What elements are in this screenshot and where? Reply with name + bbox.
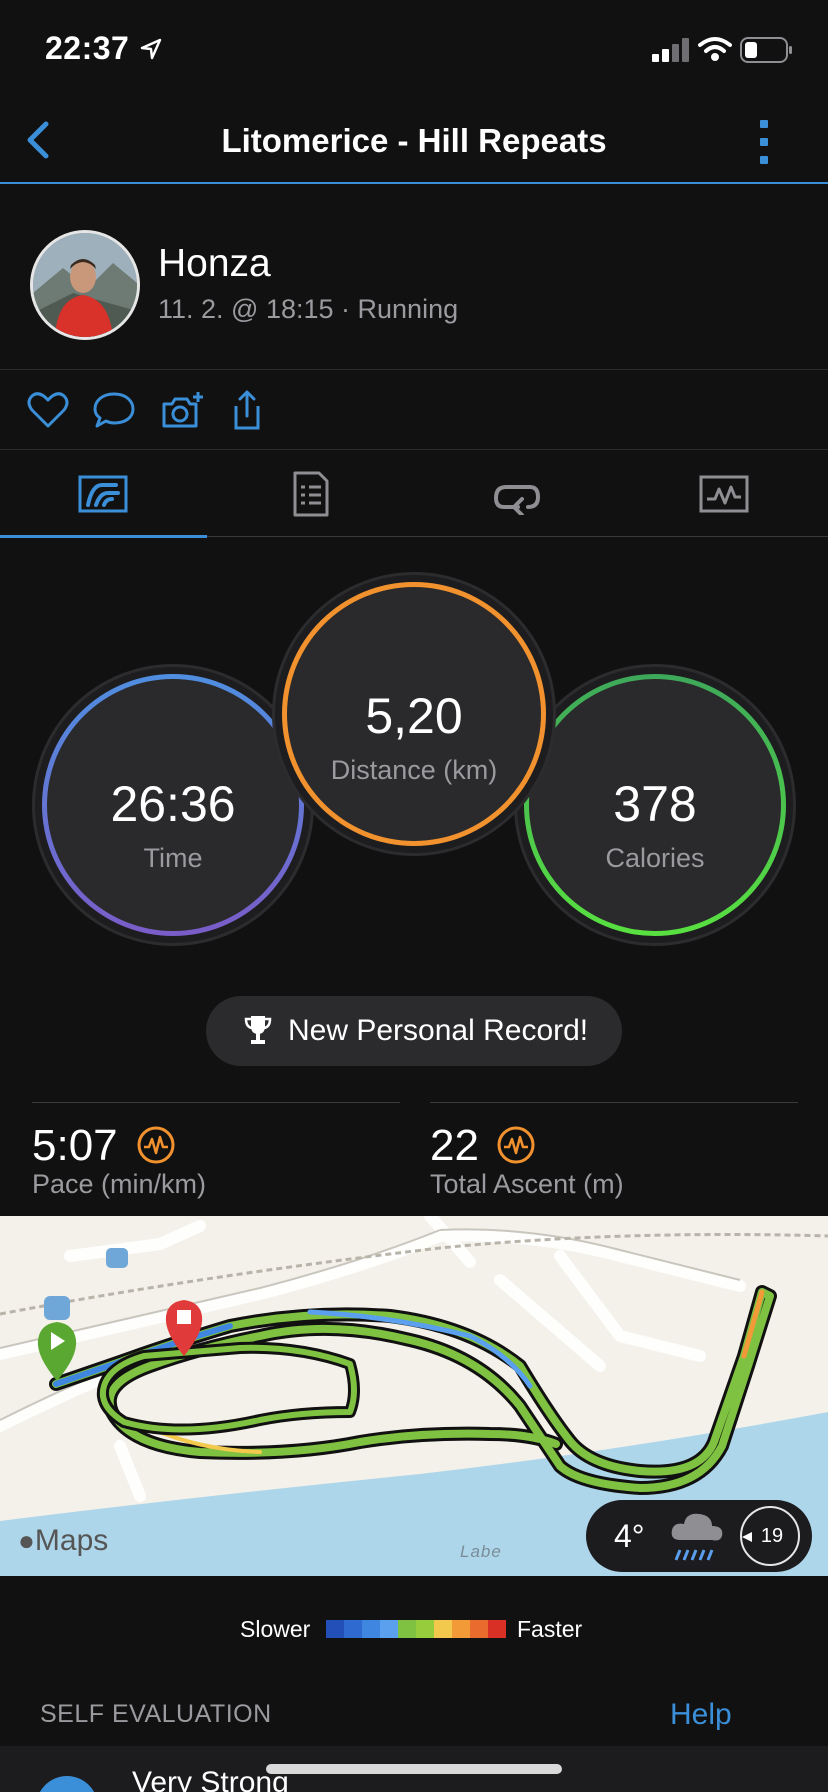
legend-color-swatch-7 [452, 1620, 470, 1638]
activity-date-type: 11. 2. @ 18:15 · Running [158, 294, 459, 324]
performance-chart-icon [137, 1126, 175, 1164]
wind-speed-value: 19 [760, 1525, 784, 1547]
like-heart-icon[interactable] [26, 390, 70, 430]
cellular-signal-icon [652, 38, 689, 62]
chart-icon [699, 475, 749, 513]
add-photo-camera-icon[interactable] [160, 390, 204, 430]
speed-color-scale [326, 1620, 506, 1638]
legend-color-swatch-0 [326, 1620, 344, 1638]
activity-tabs [0, 451, 828, 538]
personal-record-button[interactable]: New Personal Record! [206, 996, 622, 1066]
calories-ring: 378 Calories [514, 664, 796, 946]
tab-charts[interactable] [621, 451, 828, 537]
effort-indicator-icon [36, 1776, 98, 1792]
help-link[interactable]: Help [670, 1698, 732, 1732]
stats-document-icon [293, 471, 329, 517]
distance-label: Distance (km) [330, 755, 498, 785]
user-name[interactable]: Honza [158, 242, 271, 286]
legend-color-swatch-4 [398, 1620, 416, 1638]
battery-icon [740, 37, 792, 63]
tab-stats[interactable] [207, 451, 414, 537]
tab-overview[interactable] [0, 451, 207, 538]
pace-label: Pace (min/km) [32, 1169, 207, 1199]
wifi-icon [698, 37, 732, 61]
train-station-icon [44, 1296, 70, 1320]
trophy-icon [244, 1016, 272, 1044]
rain-cloud-icon [671, 1513, 723, 1561]
speed-legend: Slower Faster [0, 1612, 828, 1648]
legend-color-swatch-6 [434, 1620, 452, 1638]
comment-bubble-icon[interactable] [92, 390, 136, 430]
calories-label: Calories [605, 843, 705, 873]
pace-value: 5:07 [32, 1121, 118, 1170]
bus-stop-icon [106, 1248, 128, 1268]
ascent-stat[interactable]: 22 Total Ascent (m) [430, 1102, 798, 1212]
page-title: Litomerice - Hill Repeats [221, 122, 607, 159]
action-bar [0, 372, 828, 450]
laps-loop-icon [493, 485, 541, 515]
avatar-photo [33, 233, 137, 337]
calories-value: 378 [613, 776, 697, 832]
legend-color-swatch-3 [380, 1620, 398, 1638]
overview-icon [78, 475, 128, 513]
river-label: Labe [460, 1542, 502, 1561]
self-evaluation-heading: SELF EVALUATION [40, 1700, 272, 1728]
ascent-value: 22 [430, 1121, 479, 1170]
route-map[interactable]: ●Maps Labe 4° 19 [0, 1216, 828, 1576]
apple-logo-icon: ● [18, 1525, 35, 1556]
share-icon[interactable] [228, 390, 272, 430]
legend-color-swatch-2 [362, 1620, 380, 1638]
tab-laps[interactable] [414, 451, 621, 537]
status-bar: 22:37 [0, 0, 828, 100]
distance-ring: 5,20 Distance (km) [272, 572, 556, 856]
maps-logo[interactable]: ●Maps [18, 1524, 108, 1558]
ascent-label: Total Ascent (m) [430, 1169, 624, 1199]
legend-color-swatch-8 [470, 1620, 488, 1638]
weather-badge[interactable]: 4° 19 [586, 1500, 812, 1572]
more-options-icon[interactable] [752, 118, 776, 166]
weather-temperature: 4° [614, 1518, 645, 1554]
wind-speed-indicator: 19 [740, 1506, 800, 1566]
distance-value: 5,20 [365, 688, 463, 744]
legend-faster-label: Faster [517, 1616, 583, 1642]
pace-stat[interactable]: 5:07 Pace (min/km) [32, 1102, 400, 1212]
legend-color-swatch-9 [488, 1620, 506, 1638]
activity-header: Honza 11. 2. @ 18:15 · Running [0, 186, 828, 370]
personal-record-label: New Personal Record! [288, 1014, 589, 1047]
legend-color-swatch-1 [344, 1620, 362, 1638]
time-label: Time [143, 843, 203, 873]
location-arrow-icon [140, 38, 162, 60]
time-value: 26:36 [110, 776, 236, 832]
status-time: 22:37 [45, 30, 130, 66]
legend-color-swatch-5 [416, 1620, 434, 1638]
navigation-bar: Litomerice - Hill Repeats [0, 100, 828, 184]
performance-chart-icon [497, 1126, 535, 1164]
legend-slower-label: Slower [240, 1616, 311, 1642]
home-indicator[interactable] [266, 1764, 562, 1774]
avatar[interactable] [30, 230, 140, 340]
